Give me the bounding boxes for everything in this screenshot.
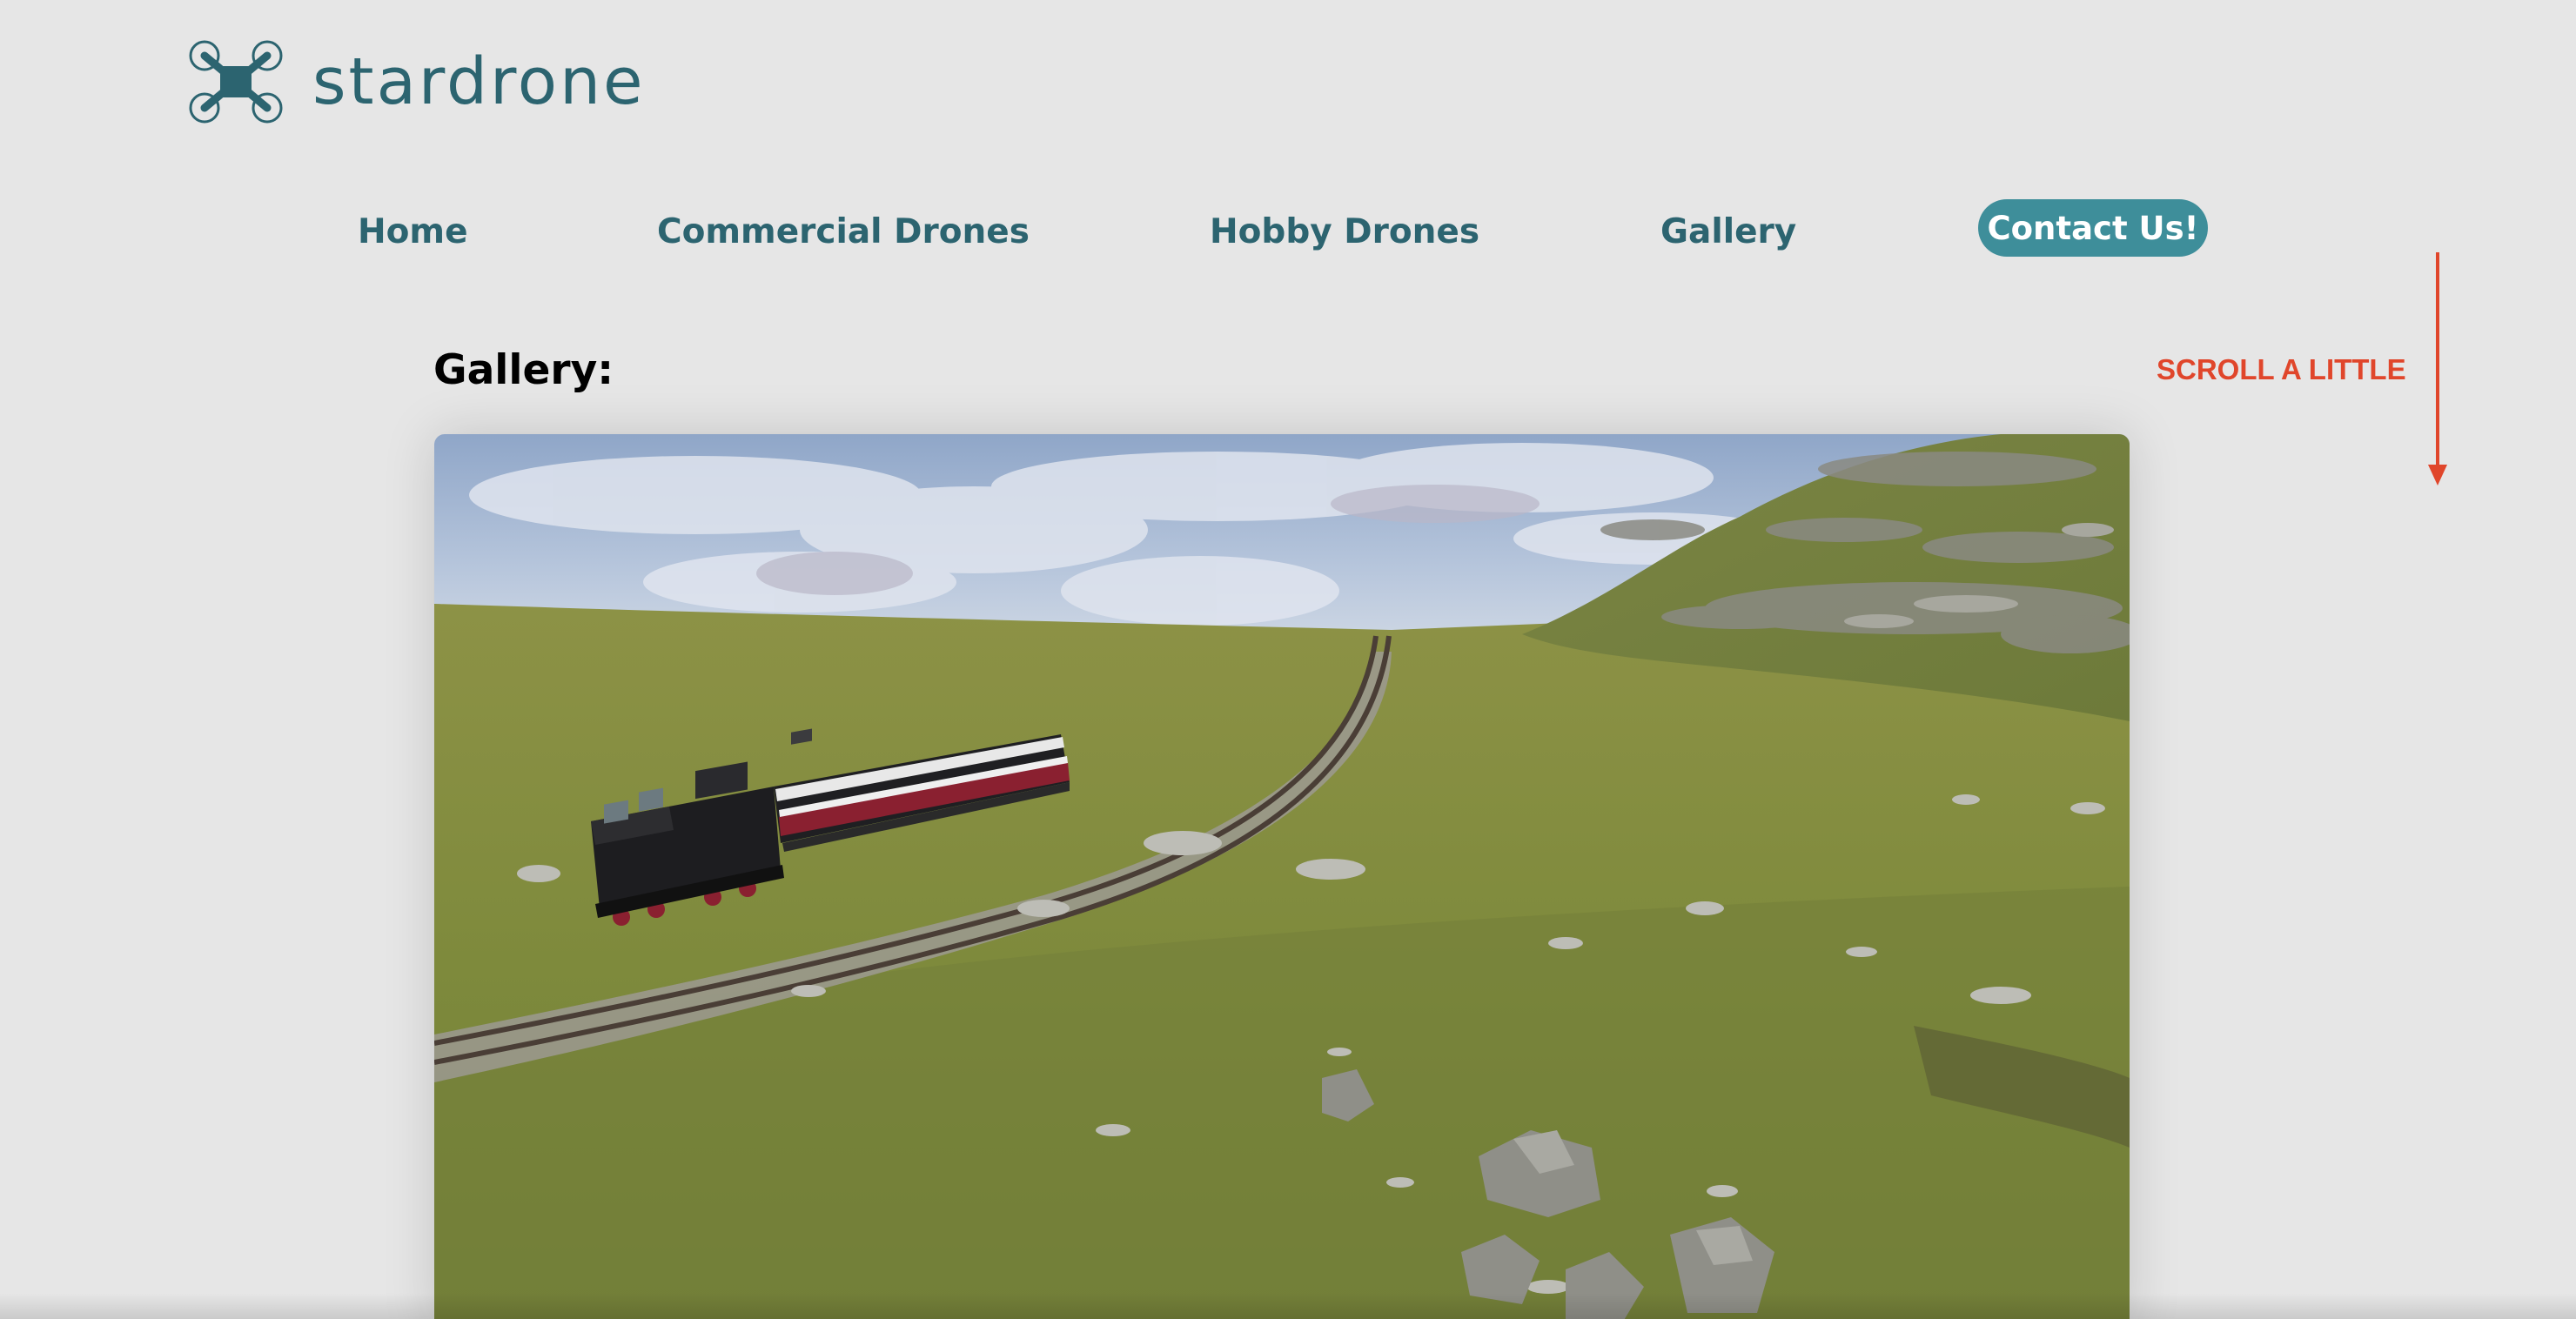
nav-gallery[interactable]: Gallery bbox=[1660, 212, 1796, 253]
mountain-railway-photo bbox=[434, 434, 2130, 1319]
nav-hobby-drones[interactable]: Hobby Drones bbox=[1210, 212, 1479, 253]
nav-home[interactable]: Home bbox=[358, 212, 468, 253]
page: stardrone Home Commercial Drones Hobby D… bbox=[0, 0, 2576, 1319]
logo[interactable]: stardrone bbox=[185, 38, 646, 125]
scroll-hint-label: SCROLL A LITTLE bbox=[2157, 353, 2406, 385]
contact-us-button[interactable]: Contact Us! bbox=[1978, 199, 2208, 257]
gallery-photo[interactable] bbox=[434, 434, 2130, 1319]
nav-commercial-drones[interactable]: Commercial Drones bbox=[657, 212, 1030, 253]
bottom-shade bbox=[0, 1293, 2576, 1319]
drone-icon bbox=[189, 40, 283, 124]
gallery-title: Gallery: bbox=[433, 346, 614, 394]
arrow-down-icon bbox=[2428, 252, 2447, 485]
brand-name: stardrone bbox=[312, 44, 646, 119]
